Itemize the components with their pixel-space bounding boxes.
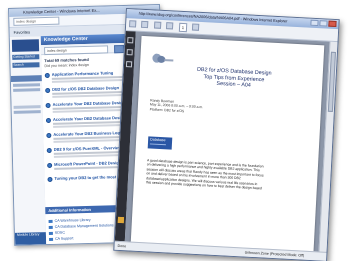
result-icon	[46, 147, 52, 154]
minimize-button[interactable]	[310, 19, 319, 27]
ca-logo	[11, 39, 40, 52]
database-brand-badge: Database	[147, 136, 173, 150]
result-icon	[47, 176, 53, 183]
scrollbar-thumb[interactable]	[327, 51, 336, 112]
result-icon	[45, 117, 52, 124]
result-icon	[45, 102, 51, 109]
save-icon[interactable]	[153, 21, 162, 29]
sign-icon[interactable]	[117, 216, 125, 224]
sidebar-line	[13, 88, 41, 92]
page-icon[interactable]	[191, 23, 199, 31]
additional-link-label[interactable]: SDSC	[55, 231, 65, 235]
brand-label: Database	[150, 137, 166, 143]
screenshot-scene: Knowledge Center - Windows Internet Ex..…	[0, 0, 349, 261]
result-icon	[46, 132, 52, 139]
module-library-footer[interactable]: Module Library	[14, 232, 47, 245]
pdf-browser-window[interactable]: http://www.idug.org/conferences/NA2006/d…	[113, 8, 340, 261]
bookmarks-icon[interactable]	[126, 49, 133, 56]
link-icon	[49, 237, 54, 242]
maximize-button[interactable]	[319, 20, 328, 27]
back-icon[interactable]	[129, 20, 137, 28]
sidebar-line	[13, 110, 41, 114]
document-viewport[interactable]: DB2 for z/OS Database Design Top Tips fr…	[124, 31, 331, 253]
close-button[interactable]	[328, 20, 337, 28]
print-icon[interactable]	[141, 20, 149, 29]
zoom-icon[interactable]	[166, 22, 174, 30]
link-icon	[48, 225, 53, 230]
result-icon	[47, 162, 53, 169]
link-icon	[48, 219, 53, 224]
pages-icon[interactable]	[127, 37, 134, 44]
sidebar-item-search[interactable]: Search	[12, 62, 40, 68]
attachments-icon[interactable]	[125, 61, 133, 68]
sidebar-section-band	[10, 75, 42, 82]
sidebar-item-getting-started[interactable]: Getting Started	[12, 54, 40, 60]
document-body: A good database design is part science, …	[146, 158, 308, 193]
result-icon	[44, 72, 50, 79]
kc-search-input[interactable]: index design	[44, 45, 109, 56]
window-controls	[309, 19, 337, 30]
result-icon	[45, 87, 51, 94]
additional-link-label[interactable]: CA Support	[55, 236, 73, 240]
pdf-main-area: DB2 for z/OS Database Design Top Tips fr…	[114, 31, 338, 253]
address-search-input[interactable]: index design	[13, 16, 60, 26]
status-text: Done	[117, 243, 127, 249]
document-title: DB2 for z/OS Database Design Top Tips fr…	[157, 65, 311, 92]
page-number-input[interactable]: 1	[178, 22, 188, 33]
sidebar-line	[12, 83, 41, 87]
security-zone: Unknown Zone (Protected Mode: Off)	[244, 250, 305, 258]
pdf-page: DB2 for z/OS Database Design Top Tips fr…	[130, 35, 325, 253]
link-icon	[48, 231, 53, 236]
document-meta: Randy Bowman May 11, 2006 8:00 a.m. – 9:…	[150, 98, 204, 114]
sidebar-line	[13, 105, 41, 109]
idug-logo	[152, 52, 175, 65]
